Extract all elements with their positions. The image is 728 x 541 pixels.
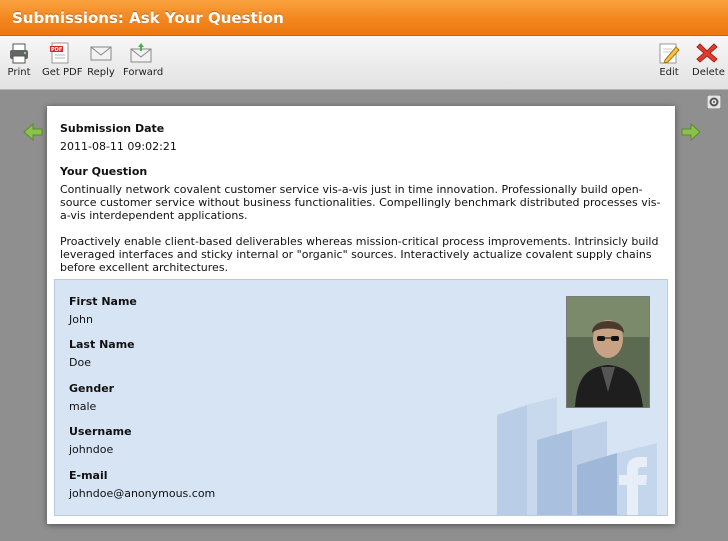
last-name-value: Doe bbox=[69, 356, 91, 369]
profile-photo bbox=[566, 296, 650, 408]
delete-icon bbox=[696, 43, 718, 63]
title-bar: Submissions: Ask Your Question bbox=[0, 0, 728, 36]
get-pdf-button[interactable]: PDF Get PDF bbox=[42, 41, 82, 78]
question-label: Your Question bbox=[60, 165, 148, 178]
submission-date-value: 2011-08-11 09:02:21 bbox=[60, 140, 177, 153]
last-name-label: Last Name bbox=[69, 338, 135, 351]
print-label: Print bbox=[7, 67, 31, 78]
username-label: Username bbox=[69, 425, 132, 438]
get-pdf-label: Get PDF bbox=[42, 67, 83, 78]
submission-card: Submission Date 2011-08-11 09:02:21 Your… bbox=[47, 106, 675, 524]
forward-label: Forward bbox=[123, 67, 164, 78]
email-value: johndoe@anonymous.com bbox=[69, 487, 216, 500]
edit-icon bbox=[659, 43, 680, 64]
envelope-icon bbox=[90, 46, 112, 61]
forward-envelope-icon bbox=[130, 43, 152, 63]
window-title: Submissions: Ask Your Question bbox=[12, 9, 284, 27]
first-name-value: John bbox=[69, 313, 93, 326]
right-arrow-icon[interactable] bbox=[680, 121, 702, 143]
submission-date-label: Submission Date bbox=[60, 122, 165, 135]
gender-label: Gender bbox=[69, 382, 115, 395]
reply-button[interactable]: Reply bbox=[87, 41, 115, 78]
question-paragraph-2: Proactively enable client-based delivera… bbox=[60, 235, 659, 274]
gear-icon[interactable] bbox=[707, 95, 721, 109]
profile-panel: First Name John Last Name Doe Gender mal… bbox=[54, 279, 668, 516]
edit-button[interactable]: Edit bbox=[657, 41, 681, 78]
edit-label: Edit bbox=[659, 67, 679, 78]
toolbar: Print PDF Get PDF Reply Forward Edit Del… bbox=[0, 36, 728, 90]
print-button[interactable]: Print bbox=[6, 41, 32, 78]
forward-button[interactable]: Forward bbox=[123, 41, 163, 78]
gender-value: male bbox=[69, 400, 97, 413]
svg-text:PDF: PDF bbox=[51, 47, 62, 53]
pdf-icon: PDF bbox=[50, 42, 69, 64]
printer-icon bbox=[10, 43, 28, 64]
left-arrow-icon[interactable] bbox=[22, 121, 44, 143]
username-value: johndoe bbox=[69, 443, 114, 456]
reply-label: Reply bbox=[87, 67, 115, 78]
email-label: E-mail bbox=[69, 469, 108, 482]
question-paragraph-1: Continually network covalent customer se… bbox=[60, 183, 661, 222]
first-name-label: First Name bbox=[69, 295, 137, 308]
delete-label: Delete bbox=[692, 67, 725, 78]
delete-button[interactable]: Delete bbox=[692, 41, 725, 78]
